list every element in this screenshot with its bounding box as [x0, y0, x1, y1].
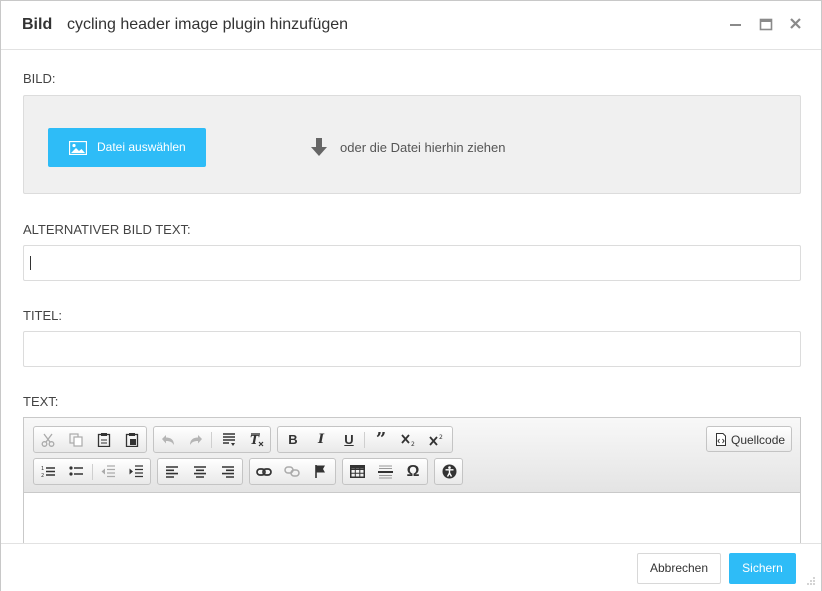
align-center-icon[interactable] [186, 459, 214, 484]
blockquote-icon[interactable]: ” [367, 427, 395, 452]
drop-hint: oder die Datei hierhin ziehen [340, 140, 506, 155]
redo-icon[interactable] [182, 427, 210, 452]
rich-text-editor: T B I U ” 2 2 Quellcode 1 2 Ω [23, 417, 801, 547]
cut-icon[interactable] [34, 427, 62, 452]
image-dialog: Bild cycling header image plugin hinzufü… [0, 0, 822, 591]
source-icon [715, 433, 727, 449]
svg-text:1: 1 [41, 466, 44, 472]
horizontal-line-icon[interactable] [371, 459, 399, 484]
resize-grip-icon[interactable] [804, 575, 816, 587]
select-file-button[interactable]: Datei auswählen [48, 128, 206, 167]
svg-text:2: 2 [439, 434, 443, 441]
title-input[interactable] [23, 331, 801, 367]
anchor-flag-icon[interactable] [306, 459, 334, 484]
text-label: TEXT: [23, 394, 59, 409]
subscript-icon[interactable]: 2 [395, 427, 423, 452]
list-group: 12 [33, 458, 151, 485]
superscript-icon[interactable]: 2 [423, 427, 451, 452]
alt-text-input[interactable] [23, 245, 801, 281]
arrow-down-icon [308, 136, 330, 163]
table-icon[interactable] [343, 459, 371, 484]
numbered-list-icon[interactable]: 12 [34, 459, 62, 484]
svg-text:T: T [250, 433, 260, 447]
align-right-icon[interactable] [214, 459, 242, 484]
editor-toolbar: T B I U ” 2 2 Quellcode 1 2 Ω [24, 418, 800, 493]
underline-icon[interactable]: U [335, 427, 363, 452]
history-group: T [153, 426, 271, 453]
copy-icon[interactable] [62, 427, 90, 452]
svg-text:2: 2 [411, 441, 415, 447]
editor-content-area[interactable] [24, 494, 800, 546]
cancel-button[interactable]: Abbrechen [637, 553, 721, 584]
svg-text:2: 2 [41, 473, 44, 478]
special-char-icon[interactable]: Ω [399, 459, 427, 484]
align-left-icon[interactable] [158, 459, 186, 484]
image-dropzone[interactable]: Datei auswählen oder die Datei hierhin z… [23, 95, 801, 194]
source-code-label: Quellcode [731, 433, 786, 447]
image-icon [68, 140, 88, 158]
text-style-group: B I U ” 2 2 [277, 426, 453, 453]
paste-icon[interactable] [90, 427, 118, 452]
italic-icon[interactable]: I [307, 427, 335, 452]
source-code-button[interactable]: Quellcode [706, 426, 792, 452]
close-icon[interactable] [787, 15, 805, 33]
bold-icon[interactable]: B [279, 427, 307, 452]
alt-text-label: ALTERNATIVER BILD TEXT: [23, 222, 191, 237]
text-caret [30, 256, 31, 270]
remove-format-icon[interactable]: T [243, 427, 271, 452]
paste-word-icon[interactable] [118, 427, 146, 452]
save-button[interactable]: Sichern [729, 553, 796, 584]
dialog-footer: Abbrechen Sichern [1, 543, 821, 591]
maximize-icon[interactable] [757, 15, 775, 33]
indent-icon[interactable] [122, 459, 150, 484]
image-label: BILD: [23, 71, 56, 86]
bulleted-list-icon[interactable] [62, 459, 90, 484]
accessibility-group [434, 458, 463, 485]
minimize-icon[interactable] [727, 15, 745, 33]
outdent-icon[interactable] [94, 459, 122, 484]
select-file-label: Datei auswählen [97, 140, 186, 154]
dialog-subtitle: cycling header image plugin hinzufügen [67, 16, 349, 33]
accessibility-icon[interactable] [435, 459, 463, 484]
alignment-group [157, 458, 243, 485]
format-selection-icon[interactable] [215, 427, 243, 452]
link-icon[interactable] [250, 459, 278, 484]
dialog-header: Bild cycling header image plugin hinzufü… [1, 1, 821, 50]
title-label: TITEL: [23, 308, 63, 323]
link-group [249, 458, 336, 485]
insert-group: Ω [342, 458, 428, 485]
undo-icon[interactable] [154, 427, 182, 452]
clipboard-group [33, 426, 147, 453]
dialog-title: Bild [22, 16, 53, 33]
unlink-icon[interactable] [278, 459, 306, 484]
